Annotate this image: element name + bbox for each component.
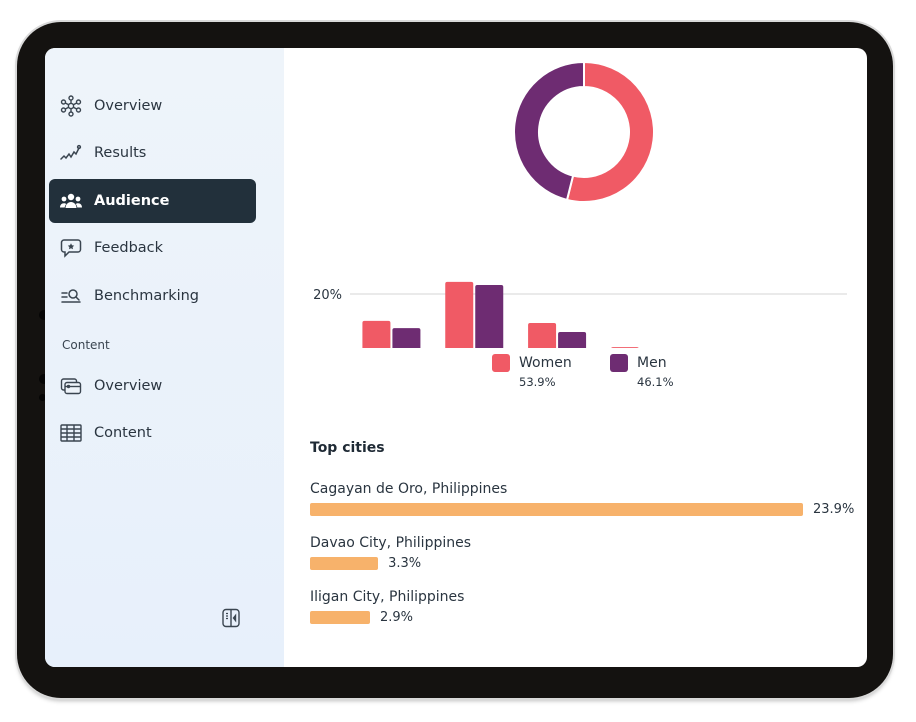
bar-women-18-24 xyxy=(362,320,391,348)
sidebar-item-label: Content xyxy=(94,425,152,441)
legend-swatch-women xyxy=(492,354,510,372)
legend-swatch-men xyxy=(610,354,628,372)
city-bar xyxy=(310,503,803,516)
bar-men-35-44 xyxy=(558,331,587,348)
sidebar-item-content-overview[interactable]: Overview xyxy=(49,364,256,408)
panel-collapse-icon xyxy=(221,608,241,632)
gender-donut-chart xyxy=(513,60,655,203)
section-label-content: Content xyxy=(62,338,110,352)
legend-percent: 46.1% xyxy=(637,375,674,389)
bar-men-18-24 xyxy=(392,328,421,348)
app-screen: Overview Results Audience Feedback Bench… xyxy=(45,48,867,667)
sidebar-item-results[interactable]: Results xyxy=(49,131,256,175)
city-name: Davao City, Philippines xyxy=(310,535,472,551)
sidebar-item-label: Audience xyxy=(94,193,170,209)
y-tick-label: 20% xyxy=(313,288,342,303)
legend-percent: 53.9% xyxy=(519,375,556,389)
legend-label: Women xyxy=(519,355,572,371)
bar-women-45-54 xyxy=(611,347,639,348)
sidebar-item-overview[interactable]: Overview xyxy=(49,84,256,128)
bar-women-35-44 xyxy=(528,322,557,348)
content-overview-icon xyxy=(58,373,84,399)
network-icon xyxy=(58,93,84,119)
main-content: 0%20%18-2425-3435-4445-5455-6465+ Women … xyxy=(284,48,867,667)
sidebar-item-label: Benchmarking xyxy=(94,288,200,304)
legend-women: Women 53.9% xyxy=(492,354,572,389)
top-cities-title: Top cities xyxy=(310,440,385,456)
legend-men: Men 46.1% xyxy=(610,354,674,389)
bar-men-25-34 xyxy=(475,285,504,348)
sidebar-item-content[interactable]: Content xyxy=(49,411,256,455)
city-percent: 3.3% xyxy=(388,556,422,571)
benchmark-search-icon xyxy=(58,283,84,309)
sidebar-item-label: Overview xyxy=(94,98,163,114)
legend-label: Men xyxy=(637,355,667,371)
city-name: Cagayan de Oro, Philippines xyxy=(310,481,508,497)
feedback-bubble-icon xyxy=(58,235,84,261)
sidebar-item-label: Feedback xyxy=(94,240,164,256)
sidebar-item-feedback[interactable]: Feedback xyxy=(49,226,256,270)
sidebar-item-benchmarking[interactable]: Benchmarking xyxy=(49,274,256,318)
age-bar-chart: 0%20%18-2425-3435-4445-5455-6465+ xyxy=(313,281,847,348)
city-name: Iligan City, Philippines xyxy=(310,589,465,605)
table-icon xyxy=(58,420,84,446)
trend-line-icon xyxy=(58,140,84,166)
city-percent: 23.9% xyxy=(813,502,855,517)
sidebar-item-label: Overview xyxy=(94,378,163,394)
collapse-sidebar-button[interactable] xyxy=(220,608,242,632)
people-icon xyxy=(58,188,84,214)
city-bar xyxy=(310,557,379,570)
city-row: Davao City, Philippines 3.3% xyxy=(310,535,471,571)
city-row: Cagayan de Oro, Philippines 23.9% xyxy=(310,481,854,517)
bar-women-25-34 xyxy=(445,281,474,348)
sidebar: Overview Results Audience Feedback Bench… xyxy=(45,48,284,667)
sidebar-item-audience[interactable]: Audience xyxy=(49,179,256,223)
city-bar xyxy=(310,611,370,624)
city-row: Iligan City, Philippines 2.9% xyxy=(310,589,464,625)
sidebar-item-label: Results xyxy=(94,145,147,161)
city-percent: 2.9% xyxy=(380,610,414,625)
